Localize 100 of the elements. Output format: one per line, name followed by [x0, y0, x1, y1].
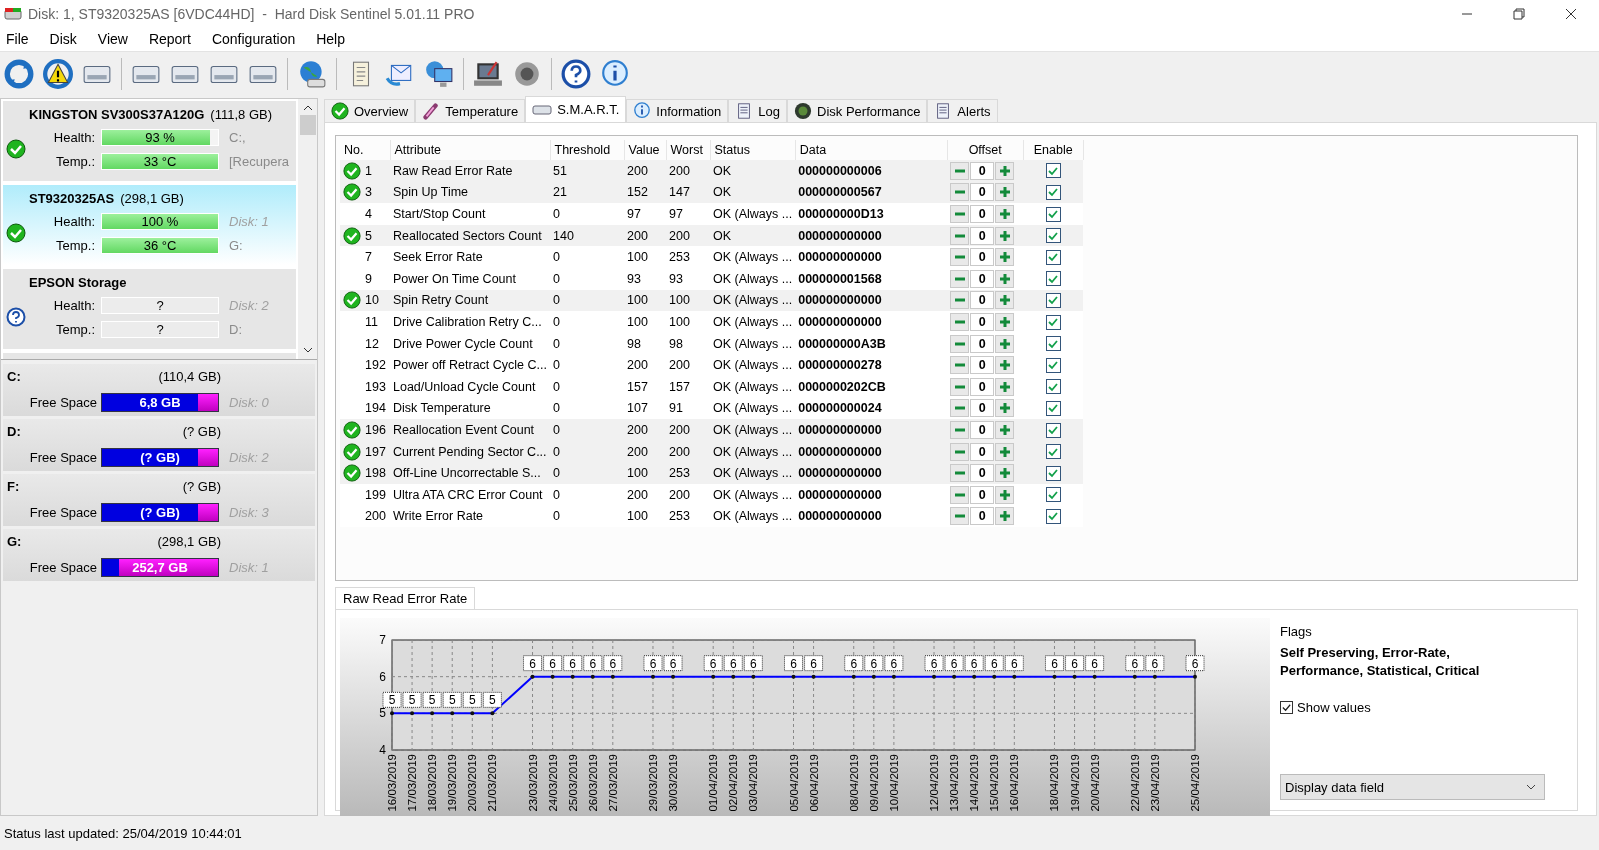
- disk-card[interactable]: EPSON Storage Health: ? Disk: 2 Temp.: ? D:: [3, 269, 296, 349]
- offset-field[interactable]: 0: [970, 161, 995, 180]
- offset-field[interactable]: 0: [970, 377, 995, 396]
- offset-field[interactable]: 0: [970, 464, 995, 483]
- menu-item[interactable]: Report: [148, 31, 191, 47]
- table-row[interactable]: 3 Spin Up Time 21 152 147 OK 000000000567 0: [340, 181, 1084, 204]
- enable-checkbox[interactable]: [1045, 163, 1061, 179]
- enable-checkbox[interactable]: [1045, 271, 1061, 287]
- increment-button[interactable]: [995, 356, 1015, 375]
- table-row[interactable]: 11 Drive Calibration Retry C... 0 100 100 OK (Always ... 000000000000 0: [340, 311, 1084, 333]
- decrement-button[interactable]: [950, 485, 970, 504]
- enable-checkbox[interactable]: [1045, 336, 1061, 352]
- partition-card[interactable]: G: (298,1 GB) Free Space 252,7 GB Disk: 1: [3, 529, 315, 581]
- offset-field[interactable]: 0: [970, 420, 995, 439]
- decrement-button[interactable]: [950, 312, 970, 331]
- menu-item[interactable]: Disk: [49, 31, 77, 47]
- decrement-button[interactable]: [950, 507, 970, 526]
- scroll-thumb[interactable]: [299, 115, 316, 135]
- warning-icon[interactable]: [43, 59, 73, 89]
- offset-field[interactable]: 0: [970, 442, 995, 461]
- enable-checkbox[interactable]: [1045, 249, 1061, 265]
- partition-card[interactable]: D: (? GB) Free Space (? GB) Disk: 2: [3, 419, 315, 471]
- increment-button[interactable]: [995, 226, 1015, 245]
- decrement-button[interactable]: [950, 248, 970, 267]
- menu-item[interactable]: Help: [316, 31, 345, 47]
- enable-checkbox[interactable]: [1045, 444, 1061, 460]
- increment-button[interactable]: [995, 291, 1015, 310]
- table-row[interactable]: 196 Reallocation Event Count 0 200 200 OK (Always ... 000000000000 0: [340, 419, 1084, 441]
- partition-card[interactable]: C: (110,4 GB) Free Space 6,8 GB Disk: 0: [3, 364, 315, 416]
- menu-item[interactable]: Configuration: [211, 31, 296, 47]
- decrement-button[interactable]: [950, 205, 970, 223]
- table-row[interactable]: 1 Raw Read Error Rate 51 200 200 OK 000000000006 0: [340, 160, 1084, 182]
- enable-checkbox[interactable]: [1045, 228, 1061, 244]
- decrement-button[interactable]: [950, 356, 970, 375]
- scrollbar[interactable]: [298, 99, 317, 359]
- increment-button[interactable]: [995, 377, 1015, 396]
- increment-button[interactable]: [995, 485, 1015, 504]
- table-row[interactable]: 7 Seek Error Rate 0 100 253 OK (Always ... 000000000000 0: [340, 246, 1084, 268]
- enable-checkbox[interactable]: [1045, 422, 1061, 438]
- decrement-button[interactable]: [950, 464, 970, 483]
- increment-button[interactable]: [995, 420, 1015, 439]
- globe-icon[interactable]: [297, 59, 327, 89]
- increment-button[interactable]: [995, 183, 1015, 202]
- tab[interactable]: Disk Performance: [787, 99, 928, 122]
- enable-checkbox[interactable]: [1045, 400, 1061, 416]
- offset-field[interactable]: 0: [970, 334, 995, 353]
- speaker-icon[interactable]: [512, 59, 542, 89]
- decrement-button[interactable]: [950, 291, 970, 310]
- disk-card[interactable]: KINGSTON SV300S37A120G (111,8 GB) Health: 93 % C:, Temp.: 33 °C [Recupera: [3, 101, 296, 181]
- offset-field[interactable]: 0: [970, 183, 995, 202]
- enable-checkbox[interactable]: [1045, 379, 1061, 395]
- offset-field[interactable]: 0: [970, 291, 995, 310]
- tab[interactable]: Log: [728, 99, 788, 122]
- info-icon[interactable]: [600, 59, 630, 89]
- decrement-button[interactable]: [950, 226, 970, 245]
- tab[interactable]: Information: [626, 99, 729, 122]
- increment-button[interactable]: [995, 269, 1015, 288]
- offset-field[interactable]: 0: [970, 485, 995, 504]
- show-values-label[interactable]: Show values: [1297, 700, 1371, 715]
- table-row[interactable]: 9 Power On Time Count 0 93 93 OK (Always ... 000000001568 0: [340, 267, 1084, 290]
- decrement-button[interactable]: [950, 334, 970, 353]
- decrement-button[interactable]: [950, 183, 970, 202]
- close-icon[interactable]: [1565, 7, 1577, 20]
- offset-field[interactable]: 0: [970, 356, 995, 375]
- increment-button[interactable]: [995, 442, 1015, 461]
- offset-field[interactable]: 0: [970, 205, 995, 223]
- decrement-button[interactable]: [950, 399, 970, 418]
- decrement-button[interactable]: [950, 377, 970, 396]
- increment-button[interactable]: [995, 248, 1015, 267]
- increment-button[interactable]: [995, 334, 1015, 353]
- increment-button[interactable]: [995, 312, 1015, 331]
- table-row[interactable]: 194 Disk Temperature 0 107 91 OK (Always ... 000000000024 0: [340, 397, 1084, 420]
- enable-checkbox[interactable]: [1045, 508, 1061, 524]
- increment-button[interactable]: [995, 205, 1015, 223]
- offset-field[interactable]: 0: [970, 226, 995, 245]
- disk-card[interactable]: ST9320325AS (298,1 GB) Health: 100 % Disk: 1 Temp.: 36 °C G:: [3, 185, 296, 265]
- enable-checkbox[interactable]: [1045, 185, 1061, 200]
- enable-checkbox[interactable]: [1045, 357, 1061, 373]
- offset-field[interactable]: 0: [970, 507, 995, 526]
- refresh-icon[interactable]: [4, 59, 34, 89]
- decrement-button[interactable]: [950, 442, 970, 461]
- table-row[interactable]: 199 Ultra ATA CRC Error Count 0 200 200 OK (Always ... 000000000000 0: [340, 483, 1084, 506]
- tab[interactable]: Alerts: [927, 99, 998, 122]
- tab[interactable]: Overview: [324, 99, 416, 122]
- decrement-button[interactable]: [950, 420, 970, 439]
- menu-item[interactable]: File: [6, 31, 29, 47]
- increment-button[interactable]: [995, 464, 1015, 483]
- offset-field[interactable]: 0: [970, 269, 995, 288]
- graph-tab[interactable]: Raw Read Error Rate: [335, 587, 476, 609]
- network-icon[interactable]: [424, 59, 454, 89]
- table-row[interactable]: 5 Reallocated Sectors Count 140 200 200 OK 000000000000 0: [340, 224, 1084, 247]
- tab[interactable]: S.M.A.R.T.: [525, 96, 627, 122]
- decrement-button[interactable]: [950, 269, 970, 288]
- menu-item[interactable]: View: [97, 31, 128, 47]
- offset-field[interactable]: 0: [970, 312, 995, 331]
- offset-field[interactable]: 0: [970, 399, 995, 418]
- enable-checkbox[interactable]: [1045, 206, 1061, 222]
- decrement-button[interactable]: [950, 161, 970, 180]
- partition-card[interactable]: F: (? GB) Free Space (? GB) Disk: 3: [3, 474, 315, 526]
- laptop-icon[interactable]: [473, 59, 503, 89]
